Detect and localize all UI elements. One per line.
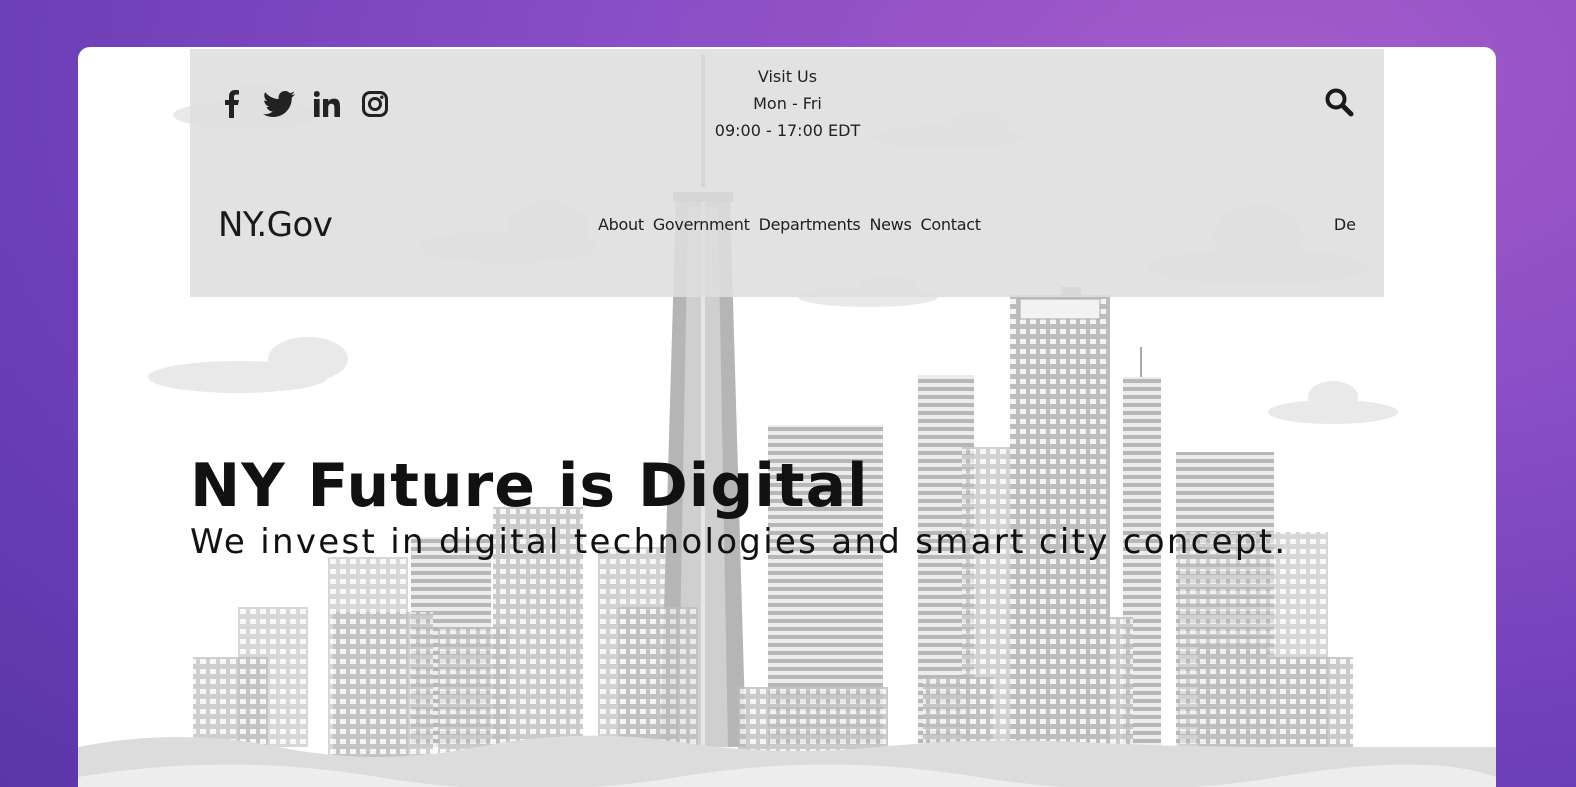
visit-time: 09:00 - 17:00 EDT <box>714 121 861 140</box>
nav-news[interactable]: News <box>869 215 911 234</box>
twitter-icon[interactable] <box>262 87 296 121</box>
main-navigation: About Government Departments News Contac… <box>598 215 981 234</box>
site-header: Visit Us Mon - Fri 09:00 - 17:00 EDT NY.… <box>190 49 1384 297</box>
language-switch[interactable]: De <box>1334 215 1356 234</box>
facebook-icon[interactable] <box>214 87 248 121</box>
nav-contact[interactable]: Contact <box>921 215 981 234</box>
social-links <box>214 87 392 121</box>
visit-title: Visit Us <box>757 67 818 86</box>
visit-hours: Visit Us Mon - Fri 09:00 - 17:00 EDT <box>690 63 885 144</box>
nav-departments[interactable]: Departments <box>759 215 861 234</box>
site-logo[interactable]: NY.Gov <box>218 205 333 245</box>
hero-subtitle: We invest in digital technologies and sm… <box>190 522 1288 562</box>
search-icon[interactable] <box>1324 87 1358 121</box>
linkedin-icon[interactable] <box>310 87 344 121</box>
hero-title: NY Future is Digital <box>190 451 869 521</box>
visit-days: Mon - Fri <box>753 94 822 113</box>
instagram-icon[interactable] <box>358 87 392 121</box>
page-card: Visit Us Mon - Fri 09:00 - 17:00 EDT NY.… <box>78 47 1496 787</box>
nav-government[interactable]: Government <box>653 215 750 234</box>
nav-about[interactable]: About <box>598 215 644 234</box>
